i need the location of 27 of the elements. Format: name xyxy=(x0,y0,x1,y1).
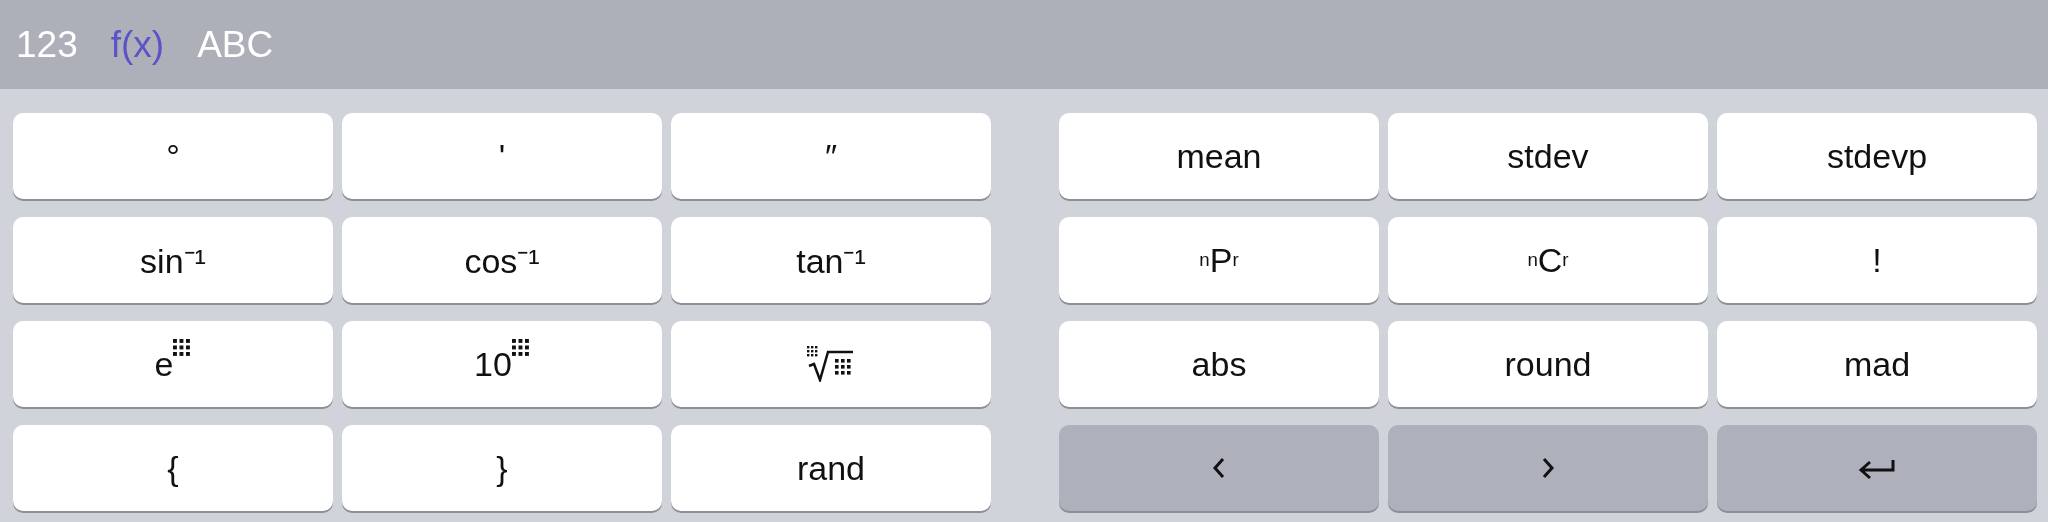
key[interactable]: } xyxy=(342,425,662,511)
chevron-right-icon xyxy=(1541,457,1555,479)
key[interactable]: stdev xyxy=(1388,113,1708,199)
right-arrow-key[interactable] xyxy=(1388,425,1708,511)
key[interactable]: ″ xyxy=(671,113,991,199)
key[interactable]: tan⁻¹ xyxy=(671,217,991,303)
key[interactable]: round xyxy=(1388,321,1708,407)
key[interactable]: abs xyxy=(1059,321,1379,407)
placeholder-icon xyxy=(173,338,192,357)
key[interactable]: mad xyxy=(1717,321,2037,407)
return-key[interactable] xyxy=(1717,425,2037,511)
key[interactable]: mean xyxy=(1059,113,1379,199)
key[interactable]: stdevp xyxy=(1717,113,2037,199)
root-key[interactable] xyxy=(671,321,991,407)
radical-icon xyxy=(807,346,855,382)
power-key[interactable]: e xyxy=(13,321,333,407)
power-key[interactable]: 10 xyxy=(342,321,662,407)
chevron-left-icon xyxy=(1212,457,1226,479)
key[interactable]: ' xyxy=(342,113,662,199)
key[interactable]: { xyxy=(13,425,333,511)
key[interactable]: cos⁻¹ xyxy=(342,217,662,303)
key[interactable]: ° xyxy=(13,113,333,199)
left-arrow-key[interactable] xyxy=(1059,425,1379,511)
key[interactable]: rand xyxy=(671,425,991,511)
placeholder-icon xyxy=(511,338,530,357)
key[interactable]: sin⁻¹ xyxy=(13,217,333,303)
key[interactable]: ! xyxy=(1717,217,2037,303)
